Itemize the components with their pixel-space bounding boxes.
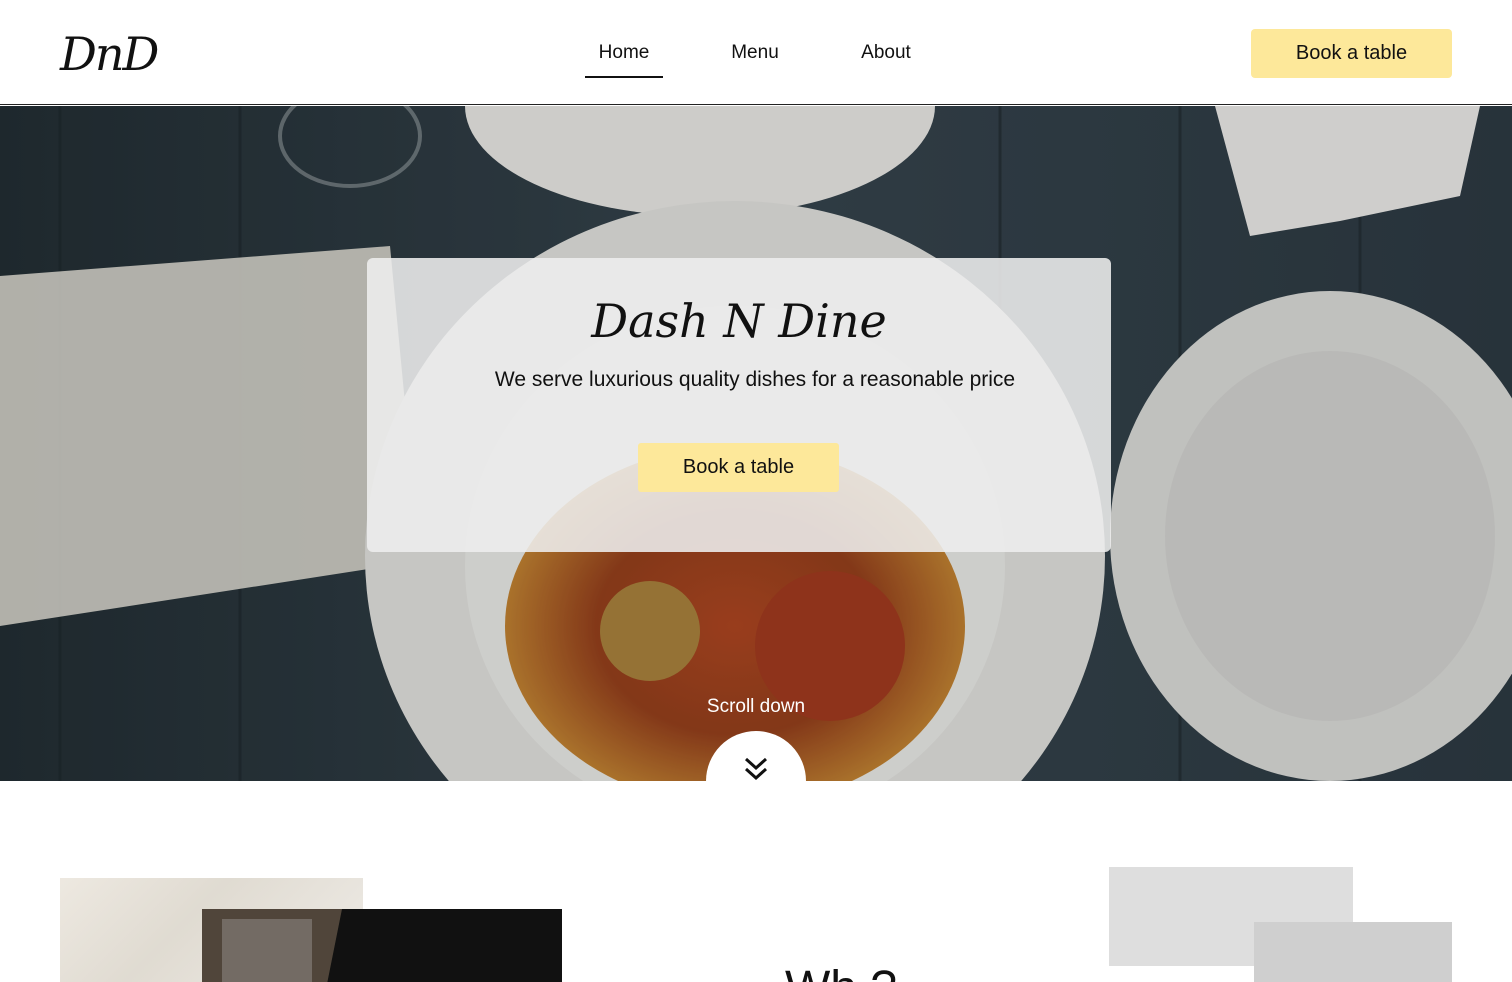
hero-title: Dash N Dine — [591, 294, 887, 348]
hero-book-table-button[interactable]: Book a table — [638, 443, 839, 492]
nav-item-menu-label: Menu — [731, 42, 779, 63]
nav-item-home-label: Home — [598, 42, 650, 63]
nav-item-menu[interactable]: Menu — [716, 0, 794, 105]
nav-item-about[interactable]: About — [847, 0, 925, 105]
scroll-down-label: Scroll down — [706, 696, 806, 717]
double-chevron-down-icon — [744, 757, 768, 781]
nav-links: Home Menu About — [585, 0, 925, 105]
placeholder-block-b — [1254, 922, 1452, 982]
nav-item-home[interactable]: Home — [585, 0, 663, 105]
chef-photo-front — [202, 909, 562, 982]
active-nav-underline — [585, 76, 663, 78]
nav-item-about-label: About — [861, 42, 911, 63]
nav-book-table-button[interactable]: Book a table — [1251, 29, 1452, 78]
about-preview-section: Wh ? — [0, 781, 1512, 982]
hero-subtitle: We serve luxurious quality dishes for a … — [494, 368, 1016, 391]
hero-section: Dash N Dine We serve luxurious quality d… — [0, 106, 1512, 781]
brand-logo[interactable]: DnD — [60, 24, 159, 84]
section-heading: Wh ? — [785, 961, 897, 982]
top-navigation: DnD Home Menu About Book a table — [0, 0, 1512, 105]
chef-photo-graphic — [202, 909, 562, 982]
hero-card: Dash N Dine We serve luxurious quality d… — [367, 258, 1111, 552]
